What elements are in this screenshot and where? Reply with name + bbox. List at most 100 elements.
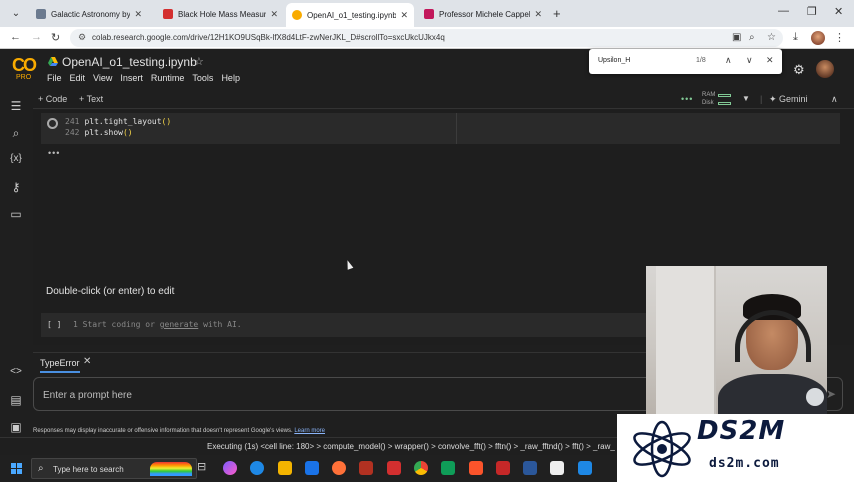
execution-status[interactable]: Executing (1s) <cell line: 180> > comput… — [207, 442, 615, 451]
output-menu-icon[interactable]: ••• — [48, 148, 60, 158]
runtime-status-icon[interactable]: ••• — [681, 94, 693, 104]
find-previous-icon[interactable]: ∧ — [725, 55, 732, 66]
close-panel-icon[interactable]: ✕ — [83, 356, 91, 367]
menu-help[interactable]: Help — [221, 73, 240, 83]
taskbar-search[interactable]: ⌕ Type here to search — [31, 458, 197, 479]
tab-title: Black Hole Mass Measurement — [178, 9, 267, 19]
new-tab-button[interactable]: + — [553, 6, 561, 21]
tab-title: OpenAI_o1_testing.ipynb - Cola — [307, 10, 397, 20]
notebook-title[interactable]: OpenAI_o1_testing.ipynb — [62, 55, 197, 69]
url-text[interactable]: colab.research.google.com/drive/12H1KO9U… — [92, 33, 445, 42]
brand-site: ds2m.com — [709, 456, 780, 471]
task-view-icon[interactable]: ⊟ — [197, 460, 211, 474]
restore-icon[interactable]: ❐ — [807, 5, 817, 18]
add-code-button[interactable]: + Code — [38, 94, 67, 104]
browser-tab-colab[interactable]: OpenAI_o1_testing.ipynb - Cola ✕ — [286, 3, 414, 27]
browser-menu-icon[interactable]: ⋮ — [834, 31, 845, 44]
site-info-icon[interactable]: ⚙ — [78, 32, 86, 43]
find-query-input[interactable]: Upsilon_H — [598, 57, 630, 64]
browser-tab-strip: ⌄ Galactic Astronomy by Binney a ✕ Black… — [0, 0, 854, 27]
star-icon[interactable]: ☆ — [194, 55, 204, 68]
code-text: plt.tight_layout — [84, 117, 162, 126]
tab-favicon-icon — [424, 9, 434, 19]
close-tab-icon[interactable]: ✕ — [270, 9, 278, 20]
menu-view[interactable]: View — [93, 73, 112, 83]
windows-start-icon[interactable] — [11, 463, 22, 474]
page-icon[interactable]: ▣ — [732, 32, 741, 43]
resource-monitor[interactable]: RAM Disk — [702, 91, 715, 107]
acrobat-icon[interactable] — [387, 461, 401, 475]
word-icon[interactable] — [523, 461, 537, 475]
empty-code-cell[interactable]: [ ] 1 Start coding or generate with AI. — [41, 313, 651, 337]
close-tab-icon[interactable]: ✕ — [534, 9, 542, 20]
gemini-button[interactable]: ✦ Gemini — [769, 94, 808, 105]
code-parens: () — [161, 117, 172, 126]
table-of-contents-icon[interactable]: ☰ — [8, 99, 24, 113]
colab-logo-text: CO — [12, 55, 37, 75]
secrets-key-icon[interactable]: ⚷ — [8, 180, 24, 194]
code-snippets-icon[interactable]: <> — [8, 366, 24, 377]
close-window-icon[interactable]: ✕ — [834, 5, 843, 18]
reload-icon[interactable]: ↻ — [51, 31, 60, 44]
mail-icon[interactable] — [305, 461, 319, 475]
menu-insert[interactable]: Insert — [120, 73, 143, 83]
url-omnibox[interactable]: ⚙ colab.research.google.com/drive/12H1KO… — [70, 29, 783, 47]
search-icon[interactable]: ⌕ — [8, 126, 24, 141]
browser-tab-galactic-astronomy[interactable]: Galactic Astronomy by Binney a ✕ — [30, 4, 148, 24]
placeholder-text: Start coding or — [82, 320, 160, 329]
gemini-label: Gemini — [779, 94, 808, 104]
settings-gear-icon[interactable]: ⚙ — [793, 62, 805, 78]
edge-icon[interactable] — [250, 461, 264, 475]
text-cell[interactable]: Double-click (or enter) to edit — [46, 286, 174, 297]
menu-tools[interactable]: Tools — [192, 73, 213, 83]
tab-typeerror[interactable]: TypeError — [40, 358, 80, 373]
menu-runtime[interactable]: Runtime — [151, 73, 185, 83]
terminal-icon[interactable]: ▣ — [8, 420, 24, 434]
left-side-rail: ☰ ⌕ {x} ⚷ ▭ <> ▤ ▣ — [0, 91, 33, 437]
firefox-icon[interactable] — [332, 461, 346, 475]
send-icon[interactable]: ➤ — [826, 387, 836, 401]
vscode-icon[interactable] — [578, 461, 592, 475]
collapse-header-icon[interactable]: ∧ — [831, 94, 838, 105]
app-icon[interactable] — [359, 461, 373, 475]
find-next-icon[interactable]: ∨ — [746, 55, 753, 66]
copilot-icon[interactable] — [223, 461, 237, 475]
tab-search-icon[interactable]: ⌄ — [8, 6, 24, 22]
user-avatar[interactable] — [816, 60, 834, 78]
runtime-dropdown-icon[interactable]: ▼ — [742, 94, 750, 103]
file-explorer-icon[interactable] — [278, 461, 292, 475]
prompt-input[interactable] — [43, 387, 543, 403]
app-icon[interactable] — [441, 461, 455, 475]
variables-icon[interactable]: {x} — [8, 153, 24, 164]
chrome-icon[interactable] — [414, 461, 428, 475]
cell-running-icon[interactable] — [47, 118, 58, 129]
zoom-icon[interactable]: ⌕ — [749, 32, 755, 43]
find-close-icon[interactable]: ✕ — [766, 55, 774, 66]
run-cell-button[interactable]: [ ] — [47, 320, 61, 329]
back-icon[interactable]: ← — [10, 31, 21, 43]
generate-link[interactable]: generate — [160, 320, 199, 329]
app-icon[interactable] — [496, 461, 510, 475]
minimize-icon[interactable]: — — [778, 5, 789, 17]
bookmark-star-icon[interactable]: ☆ — [767, 32, 776, 43]
windows-taskbar: ⌕ Type here to search ⊟ — [0, 455, 617, 482]
code-line[interactable]: 242 plt.show() — [65, 128, 133, 137]
browser-tab-black-hole[interactable]: Black Hole Mass Measurement ✕ — [157, 4, 284, 24]
notion-icon[interactable] — [550, 461, 564, 475]
download-icon[interactable]: ⤓ — [793, 31, 798, 44]
code-line[interactable]: 241 plt.tight_layout() — [65, 117, 171, 126]
profile-avatar[interactable] — [811, 31, 825, 45]
learn-more-link[interactable]: Learn more — [294, 428, 325, 434]
add-text-button[interactable]: + Text — [79, 94, 103, 104]
files-folder-icon[interactable]: ▭ — [8, 207, 24, 221]
colab-logo[interactable]: CO PRO — [12, 56, 38, 81]
menu-file[interactable]: File — [47, 73, 62, 83]
code-cell[interactable]: 241 plt.tight_layout() 242 plt.show() — [41, 113, 840, 144]
forward-icon[interactable]: → — [31, 31, 42, 43]
command-palette-icon[interactable]: ▤ — [8, 393, 24, 407]
browser-tab-professor[interactable]: Professor Michele Cappellari H ✕ — [418, 4, 548, 24]
close-tab-icon[interactable]: ✕ — [400, 10, 408, 21]
close-tab-icon[interactable]: ✕ — [134, 9, 142, 20]
menu-edit[interactable]: Edit — [70, 73, 86, 83]
brave-icon[interactable] — [469, 461, 483, 475]
